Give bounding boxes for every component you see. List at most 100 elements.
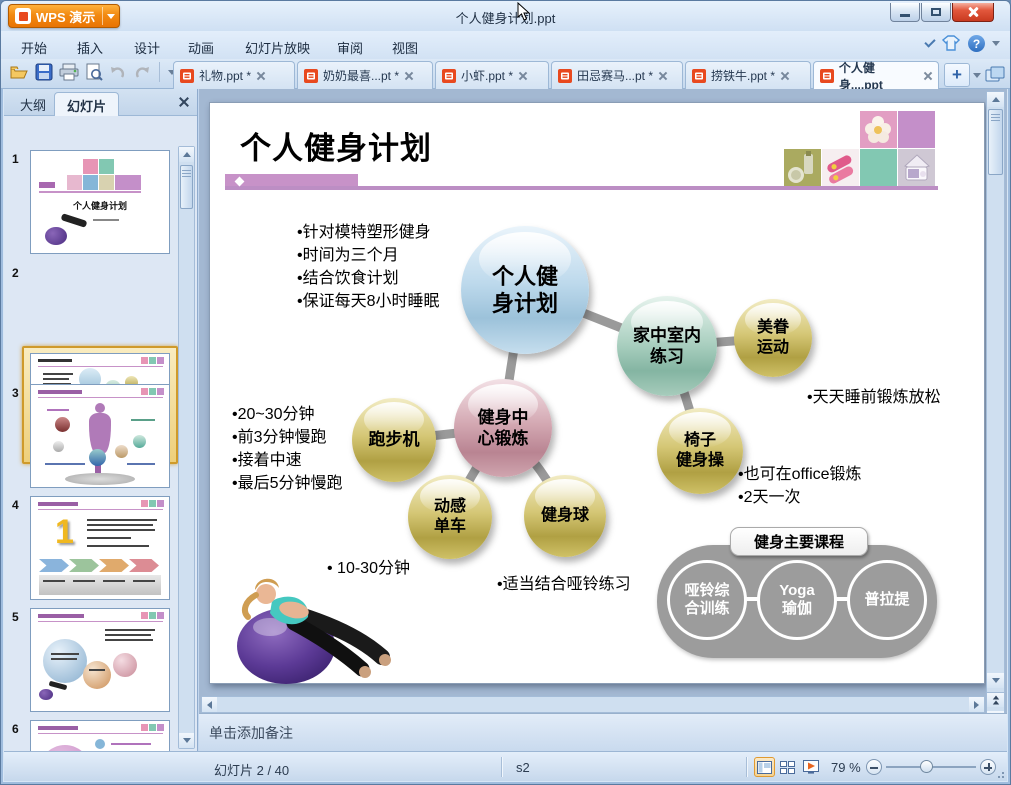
help-icon[interactable]: ? [968,35,985,52]
thumb-text [103,580,125,582]
close-tab-icon[interactable] [404,71,413,80]
slide-indicator: 幻灯片 2 / 40 [214,763,290,778]
note-back-beauty[interactable]: •天天睡前锻炼放松 [807,386,941,409]
slide-sorter-button[interactable] [777,757,798,777]
minimize-button[interactable] [890,3,920,22]
tab-list-dropdown-icon[interactable] [973,73,981,78]
thumb-tile [141,612,148,619]
close-panel-icon[interactable] [178,96,189,107]
menu-item-design[interactable]: 设计 [128,36,166,59]
tab-slides[interactable]: 幻灯片 [54,92,120,116]
maximize-button[interactable] [921,3,951,22]
slide-number: 5 [12,610,19,624]
doc-tab-personal-fitness-active[interactable]: 个人健身....ppt [813,61,939,92]
node-treadmill[interactable]: 跑步机 [352,398,436,482]
scroll-up-button[interactable] [179,147,194,162]
zoom-slider-thumb[interactable] [920,760,933,773]
doc-tab-label: 田忌赛马...pt * [577,69,654,83]
vertical-scrollbar[interactable] [986,91,1005,727]
collapse-ribbon-icon[interactable] [924,36,936,48]
slide-thumbnail-1[interactable]: 个人健身计划 [30,150,170,254]
node-gym-workout[interactable]: 健身中 心锻炼 [454,379,552,477]
slide-thumbnail-4[interactable]: 1 [30,496,170,600]
doc-tab-tianji[interactable]: 田忌赛马...pt * [551,61,683,89]
menu-item-home[interactable]: 开始 [15,36,53,59]
close-tab-icon[interactable] [256,71,265,80]
quick-toolbar [9,62,176,82]
node-label: 个人健 身计划 [491,263,558,317]
slide-number: 2 [12,266,19,280]
scrollbar-thumb[interactable] [988,109,1003,175]
slide-thumbnail-6[interactable] [30,720,170,751]
menu-item-animation[interactable]: 动画 [182,36,220,59]
arrange-windows-icon[interactable] [985,66,1005,83]
doc-tab-liwu[interactable]: 礼物.ppt * [173,61,295,89]
doc-tab-nainai[interactable]: 奶奶最喜...pt * [297,61,433,89]
menu-item-review[interactable]: 审阅 [331,36,369,59]
zoom-out-button[interactable] [866,759,882,775]
slide-number: 4 [12,498,19,512]
thumb-text [133,580,155,582]
bullets-treadmill[interactable]: •20~30分钟 •前3分钟慢跑 •接着中速 •最后5分钟慢跑 [232,403,343,495]
normal-view-button[interactable] [754,757,775,777]
panel-scrollbar[interactable] [178,146,195,749]
help-dropdown-icon[interactable] [992,41,1000,46]
save-icon[interactable] [35,63,53,81]
close-tab-icon[interactable] [658,71,667,80]
redo-icon[interactable] [133,64,151,80]
doc-tab-xiaoxia[interactable]: 小虾.ppt * [435,61,549,89]
undo-icon[interactable] [109,64,127,80]
tab-outline[interactable]: 大纲 [8,92,58,116]
notes-input[interactable]: 单击添加备注 [199,713,1007,751]
scroll-down-button[interactable] [179,733,194,748]
close-button[interactable] [952,3,994,22]
node-personal-fitness-plan[interactable]: 个人健 身计划 [461,226,589,354]
print-icon[interactable] [59,63,79,81]
thumb-base [65,473,135,485]
new-tab-button[interactable]: + [944,63,970,87]
close-tab-icon[interactable] [518,71,527,80]
ppt-file-icon [558,68,572,83]
previous-slide-button[interactable] [987,692,1004,707]
scroll-left-button[interactable] [202,697,217,712]
close-tab-icon[interactable] [923,71,932,80]
thumb-tile [157,388,164,395]
close-tab-icon[interactable] [780,71,789,80]
arrow-up-icon [182,152,191,157]
menu-item-view[interactable]: 视图 [386,36,424,59]
menu-item-insert[interactable]: 插入 [71,36,109,59]
node-back-beauty[interactable]: 美眷 运动 [734,299,812,377]
node-chair-aerobics[interactable]: 椅子 健身操 [657,408,743,494]
resize-grip[interactable] [994,768,1004,778]
node-fitness-ball[interactable]: 健身球 [524,475,606,557]
node-spinning-bike[interactable]: 动感 单车 [408,475,492,559]
course-pilates[interactable]: 普拉提 [847,560,927,640]
scrollbar-thumb[interactable] [180,165,193,209]
menu-item-slideshow[interactable]: 幻灯片放映 [239,36,316,59]
bullets-center-plan[interactable]: •针对模特塑形健身 •时间为三个月 •结合饮食计划 •保证每天8小时睡眠 [297,221,440,313]
scroll-right-button[interactable] [969,697,984,712]
courses-title-pill[interactable]: 健身主要课程 [730,527,868,556]
thumb-label [39,182,55,188]
thumb-text [43,580,65,582]
slideshow-button[interactable] [800,757,821,777]
slide-thumbnail-3[interactable] [30,384,170,488]
slide-thumbnail-5[interactable] [30,608,170,712]
thumb-circle [43,639,87,683]
node-home-exercise[interactable]: 家中室内 练习 [617,296,717,396]
skin-icon[interactable] [942,35,961,52]
notes-chair[interactable]: •也可在office锻炼 •2天一次 [738,463,862,509]
scroll-up-button[interactable] [987,92,1004,107]
print-preview-icon[interactable] [85,63,103,81]
course-yoga[interactable]: Yoga 瑜伽 [757,560,837,640]
doc-tab-laotieniu[interactable]: 捞铁牛.ppt * [685,61,811,89]
thumb-text [51,658,77,660]
horizontal-scrollbar[interactable] [201,696,985,713]
course-dumbbell-training[interactable]: 哑铃综 合训练 [667,560,747,640]
node-label: 家中室内 练习 [633,325,701,366]
slide-canvas[interactable]: 个人健身计划 个人健 身计划 家中室内 练习 美眷 运动 椅子 健身操 健身中 … [209,102,985,684]
scroll-down-button[interactable] [987,673,1004,688]
open-file-icon[interactable] [9,63,29,81]
note-fitness-ball[interactable]: •适当结合哑铃练习 [497,573,631,596]
courses-panel[interactable]: 哑铃综 合训练 Yoga 瑜伽 普拉提 [657,545,937,658]
